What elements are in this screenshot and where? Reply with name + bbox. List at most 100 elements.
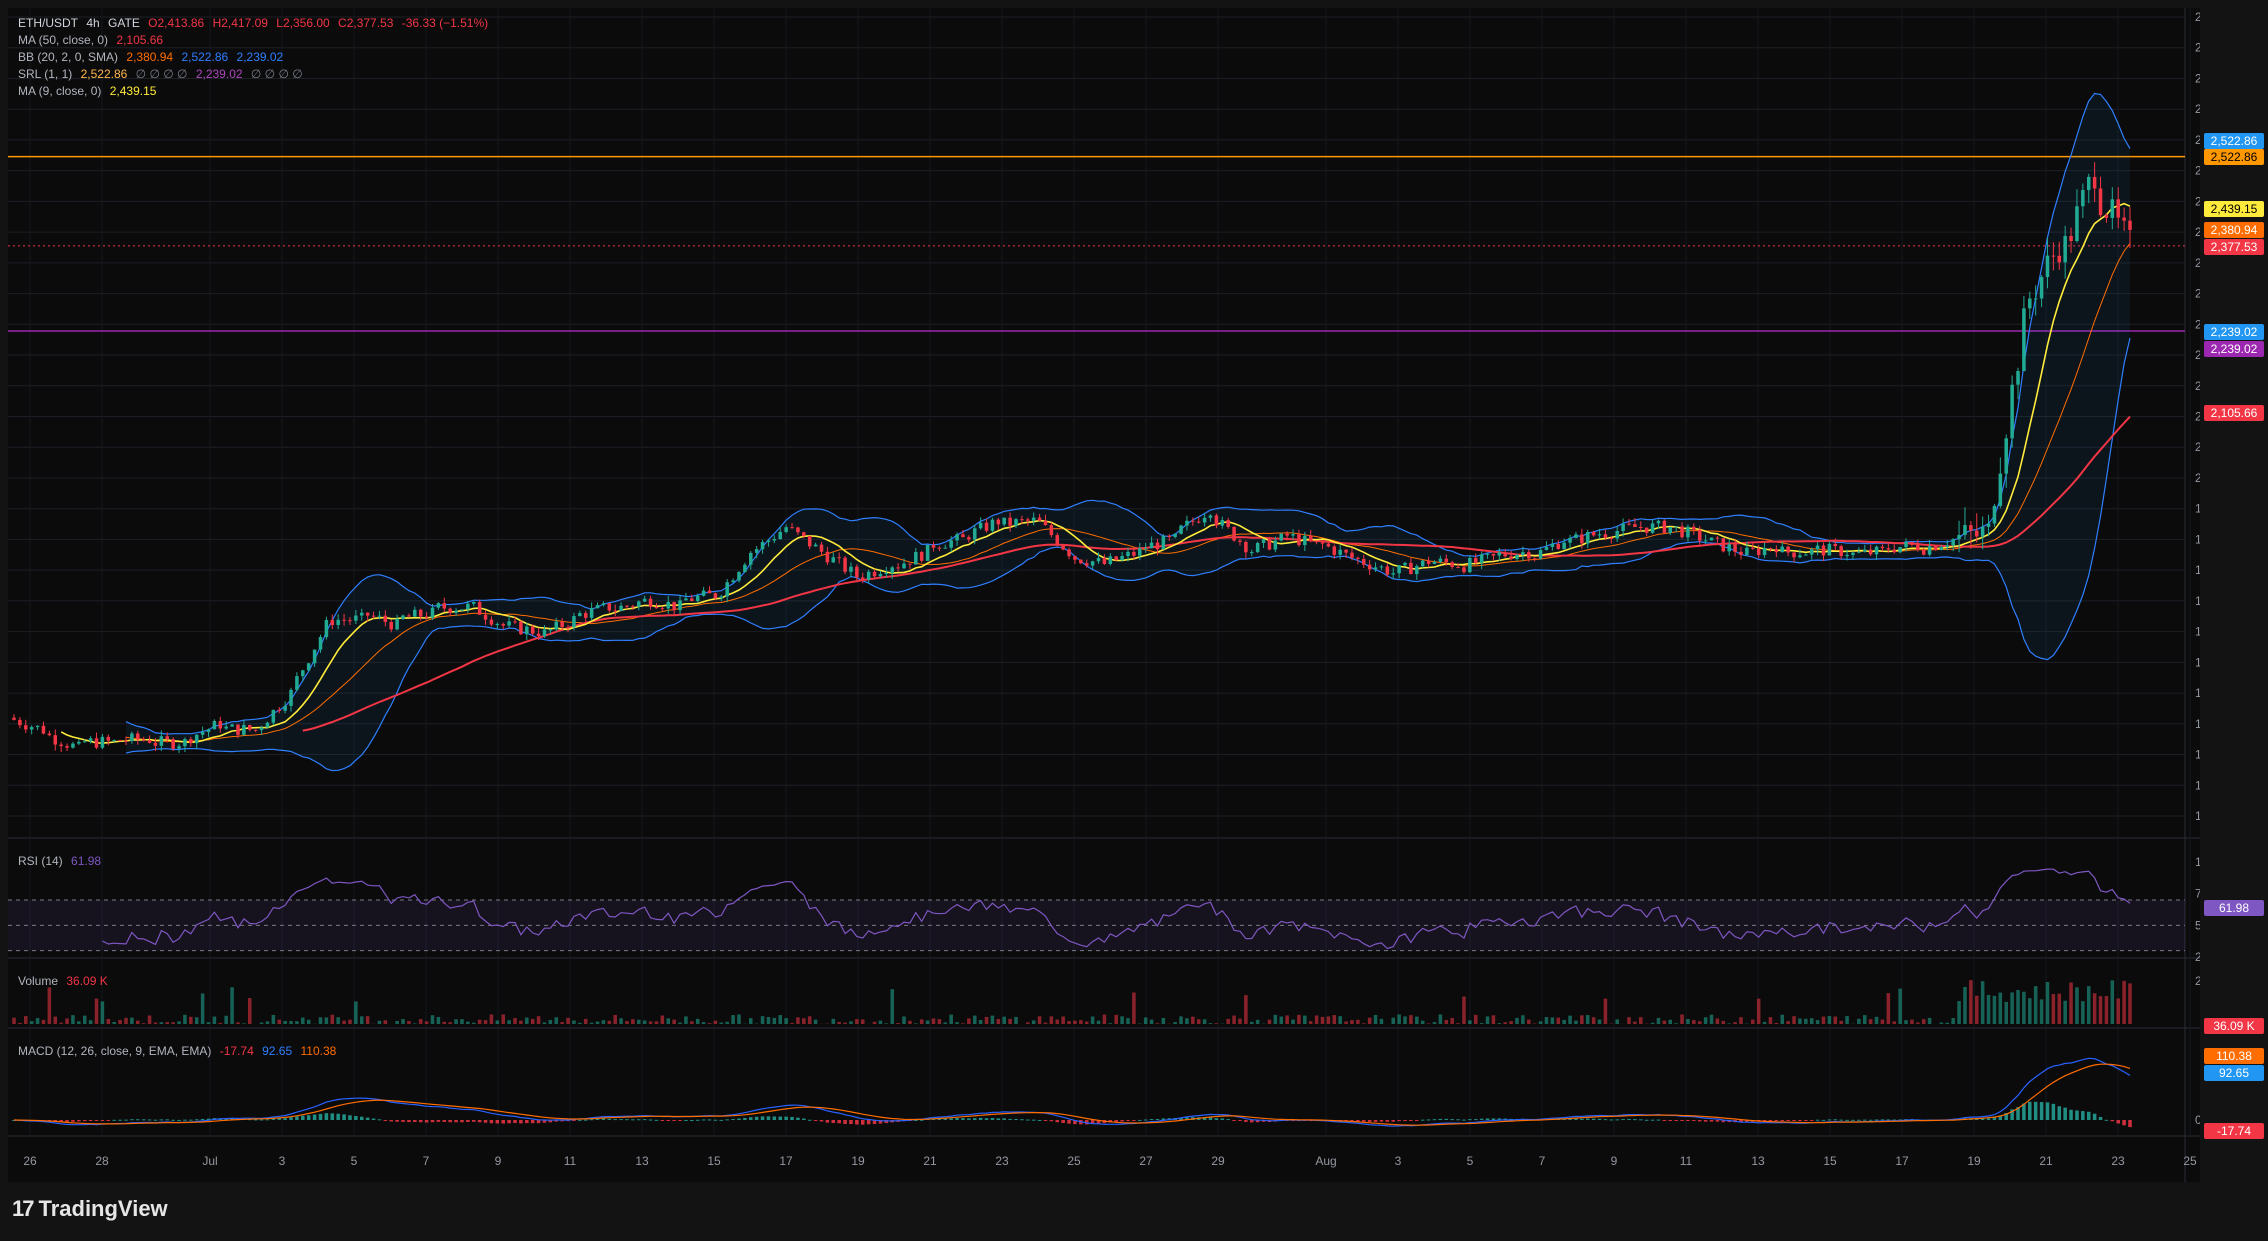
volume-bar — [436, 1016, 441, 1024]
volume-bar — [1945, 1022, 1950, 1024]
candle-body — [171, 739, 175, 749]
rsi-price-label: 61.98 — [2204, 900, 2264, 916]
candle-body — [2016, 371, 2020, 385]
candle-body — [1067, 549, 1071, 557]
volume-bar — [1002, 1016, 1006, 1024]
volume-bar — [1980, 981, 1985, 1024]
macd-histogram-bar — [466, 1120, 470, 1123]
macd-legend[interactable]: MACD (12, 26, close, 9, EMA, EMA) -17.74… — [18, 1043, 341, 1059]
candle-body — [1073, 556, 1077, 560]
macd-histogram-bar — [642, 1119, 647, 1121]
macd-histogram-bar — [613, 1119, 617, 1121]
macd-histogram-bar — [701, 1119, 706, 1121]
volume-bar — [47, 987, 52, 1024]
candle-body — [566, 627, 570, 629]
candle-body — [348, 620, 352, 622]
macd-histogram-bar — [1644, 1119, 1649, 1121]
ma9-legend[interactable]: MA (9, close, 0) 2,439.15 — [18, 83, 161, 99]
bb-legend[interactable]: BB (20, 2, 0, SMA) 2,380.94 2,522.86 2,2… — [18, 49, 288, 65]
macd-histogram-bar — [1591, 1118, 1596, 1120]
volume-bar — [890, 989, 894, 1024]
srl-legend[interactable]: SRL (1, 1) 2,522.86 ∅ ∅ ∅ ∅ 2,239.02 ∅ ∅… — [18, 66, 308, 82]
volume-bar — [1285, 1015, 1289, 1024]
volume-bar — [1751, 1019, 1755, 1024]
candle-body — [194, 734, 199, 744]
volume-bar — [1120, 1016, 1124, 1024]
candle-body — [371, 615, 376, 617]
macd-histogram-bar — [1874, 1119, 1879, 1121]
chart-area[interactable]: 2,750.00 2,700.00 2,650.00 2,600.00 2,550.00… — [8, 8, 2242, 1182]
candle-body — [1621, 523, 1625, 532]
candle-body — [1373, 567, 1378, 570]
macd-histogram-bar — [448, 1120, 452, 1123]
macd-histogram-bar — [619, 1119, 623, 1121]
macd-histogram-bar — [2122, 1120, 2126, 1126]
volume-bar — [1739, 1017, 1743, 1024]
volume-bar — [1727, 1023, 1731, 1024]
volume-bar — [578, 1022, 582, 1024]
macd-histogram-bar — [2092, 1113, 2097, 1120]
candle-body — [1367, 564, 1372, 570]
macd-histogram-bar — [2116, 1120, 2120, 1124]
volume-legend[interactable]: Volume 36.09 K — [18, 973, 113, 989]
macd-histogram-bar — [778, 1116, 783, 1120]
candle-body — [642, 598, 647, 602]
macd-histogram-bar — [1244, 1120, 1248, 1122]
volume-bar — [1479, 1023, 1484, 1024]
macd-histogram-bar — [1857, 1119, 1861, 1121]
volume-bar — [695, 1018, 700, 1024]
volume-bar — [430, 1015, 435, 1024]
macd-histogram-bar — [831, 1120, 836, 1124]
macd-histogram-bar — [754, 1116, 759, 1120]
volume-bar — [1680, 1014, 1684, 1024]
candle-body — [1379, 566, 1384, 568]
candle-body — [1809, 549, 1814, 555]
symbol-name[interactable]: ETH/USDT — [18, 16, 78, 30]
volume-bar — [342, 1020, 346, 1024]
candle-body — [1804, 554, 1808, 556]
volume-bar — [283, 1021, 287, 1024]
candle-body — [1703, 540, 1708, 542]
volume-bar — [1426, 1023, 1431, 1024]
volume-bar — [354, 1001, 358, 1024]
volume-bar — [672, 1019, 676, 1024]
candle-body — [29, 727, 34, 730]
candle-body — [1627, 523, 1631, 525]
chart-background — [8, 8, 2200, 1182]
candle-body — [1951, 539, 1955, 546]
macd-histogram-bar — [383, 1120, 388, 1121]
volume-bar — [395, 1020, 399, 1024]
ohlc-change: -36.33 (−1.51%) — [401, 16, 489, 30]
candle-body — [713, 593, 718, 599]
candle-body — [1055, 535, 1060, 546]
volume-bar — [1527, 1019, 1531, 1024]
time-tick-label: 19 — [851, 1154, 865, 1168]
volume-bar — [424, 1021, 429, 1024]
candle-body — [1633, 524, 1637, 528]
macd-histogram-bar — [94, 1120, 99, 1121]
macd-histogram-bar — [749, 1117, 753, 1120]
candle — [1179, 524, 1183, 535]
macd-histogram-bar — [424, 1120, 429, 1123]
ma50-legend[interactable]: MA (50, close, 0) 2,105.66 — [18, 32, 168, 48]
volume-bar — [1585, 1015, 1590, 1024]
rsi-legend[interactable]: RSI (14) 61.98 — [18, 853, 106, 869]
macd-histogram-bar — [2110, 1120, 2115, 1122]
candle-body — [82, 741, 87, 743]
candle-body — [2051, 255, 2056, 257]
volume-bar — [1857, 1018, 1861, 1024]
macd-histogram-bar — [1774, 1120, 1779, 1121]
symbol-legend[interactable]: ETH/USDT 4h GATE O2,413.86 H2,417.09 L2,… — [18, 15, 493, 31]
macd-histogram-bar — [1656, 1119, 1661, 1121]
bb-lower-value: 2,239.02 — [236, 50, 284, 64]
chart-canvas[interactable]: 2,750.00 2,700.00 2,650.00 2,600.00 2,550.00… — [8, 8, 2242, 1182]
candle-body — [843, 557, 847, 572]
volume-bar — [2069, 982, 2073, 1024]
macd-histogram-bar — [460, 1120, 464, 1123]
candle-body — [436, 603, 441, 608]
tradingview-logo[interactable]: 17 TradingView — [12, 1196, 168, 1222]
macd-histogram-bar — [171, 1119, 175, 1121]
candle-body — [1090, 561, 1095, 566]
candle-body — [2092, 176, 2097, 189]
volume-bar — [2004, 1001, 2008, 1024]
